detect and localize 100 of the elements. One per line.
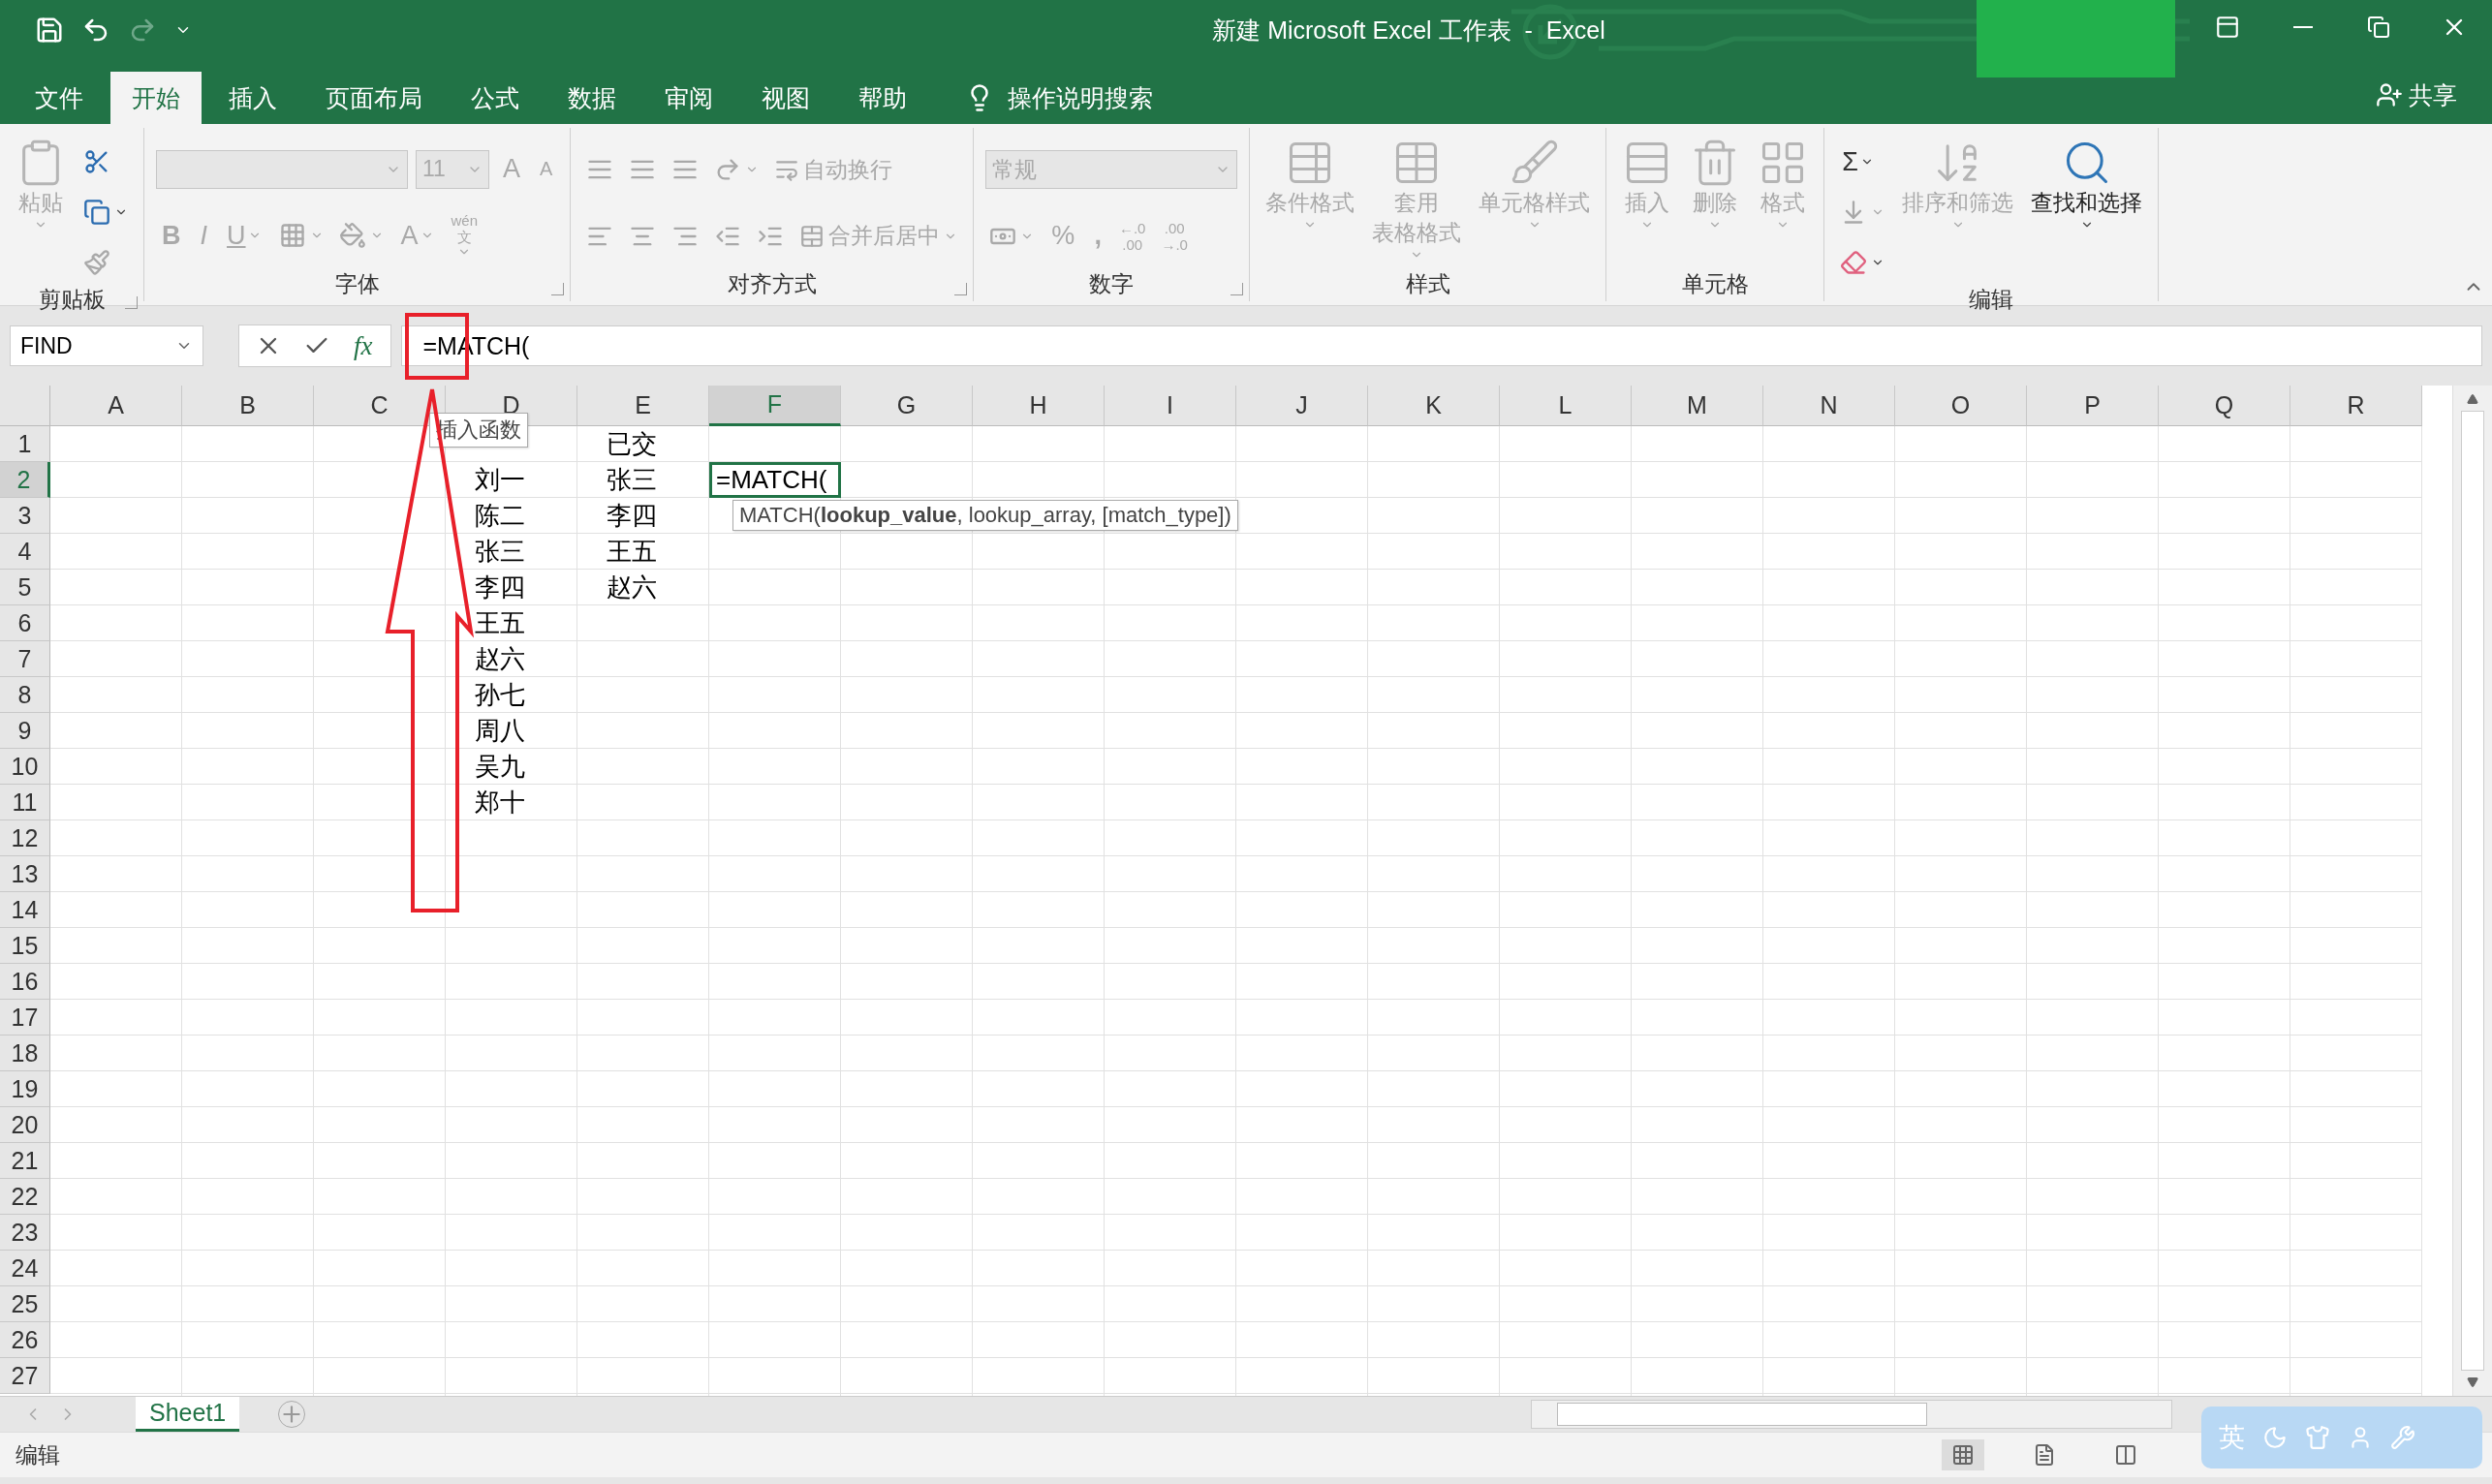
insert-function-button[interactable]: fx xyxy=(350,330,377,361)
name-box[interactable]: FIND xyxy=(10,325,203,366)
save-icon[interactable] xyxy=(35,15,64,45)
ribbon-tab[interactable]: 公式 xyxy=(450,72,541,124)
grid-icon xyxy=(1951,1443,1975,1467)
row-header[interactable]: 19 xyxy=(0,1071,50,1107)
table-cell-text: 周八 xyxy=(474,715,526,747)
row-header[interactable]: 23 xyxy=(0,1215,50,1251)
column-header[interactable]: O xyxy=(1895,386,2027,426)
group-label: 编辑 xyxy=(1968,286,2015,314)
minimize-icon xyxy=(2293,26,2313,28)
row-header[interactable]: 4 xyxy=(0,534,50,570)
column-header[interactable]: J xyxy=(1236,386,1368,426)
row-header[interactable]: 10 xyxy=(0,749,50,785)
ribbon-tab[interactable]: 开始 xyxy=(110,72,202,124)
page-icon xyxy=(2033,1443,2056,1467)
row-header[interactable]: 12 xyxy=(0,820,50,856)
row-header[interactable]: 27 xyxy=(0,1358,50,1394)
launcher-icon[interactable] xyxy=(954,283,968,295)
row-header[interactable]: 21 xyxy=(0,1143,50,1179)
row-header[interactable]: 26 xyxy=(0,1322,50,1358)
table-cell-text: 孙七 xyxy=(474,679,526,711)
row-header[interactable]: 6 xyxy=(0,605,50,641)
table-cell-text: 陈二 xyxy=(474,500,526,532)
column-header[interactable]: A xyxy=(50,386,182,426)
table-cell-text: 已交 xyxy=(606,428,658,460)
column-header[interactable]: B xyxy=(182,386,314,426)
row-header[interactable]: 25 xyxy=(0,1286,50,1322)
column-header[interactable]: I xyxy=(1105,386,1236,426)
status-mode: 编辑 xyxy=(16,1440,60,1469)
merge-cells-icon xyxy=(799,223,825,249)
row-header[interactable]: 20 xyxy=(0,1107,50,1143)
column-header[interactable]: K xyxy=(1368,386,1500,426)
vertical-scrollbar[interactable] xyxy=(2452,386,2492,1396)
column-header[interactable]: L xyxy=(1500,386,1632,426)
column-header[interactable]: H xyxy=(973,386,1105,426)
row-header[interactable]: 14 xyxy=(0,892,50,928)
group-label: 对齐方式 xyxy=(582,266,962,301)
tell-me-search[interactable]: 操作说明搜索 xyxy=(950,72,1168,124)
ribbon-tab[interactable]: 页面布局 xyxy=(304,72,444,124)
row-header[interactable]: 9 xyxy=(0,713,50,749)
table-cell-text: 张三 xyxy=(474,536,526,568)
row-header[interactable]: 18 xyxy=(0,1036,50,1071)
group-label: 字体 xyxy=(156,266,559,301)
launcher-icon[interactable] xyxy=(1230,283,1244,295)
row-header[interactable]: 17 xyxy=(0,1000,50,1036)
row-header[interactable]: 7 xyxy=(0,641,50,677)
ribbon-tab[interactable]: 帮助 xyxy=(837,72,928,124)
column-header[interactable]: E xyxy=(577,386,709,426)
ribbon-button[interactable]: 查找和选择 xyxy=(2027,134,2147,285)
column-header[interactable]: F xyxy=(709,386,841,426)
sheet-tab[interactable]: Sheet1 xyxy=(136,1397,240,1432)
scroll-down-icon[interactable] xyxy=(2467,1376,2478,1388)
select-all-corner[interactable] xyxy=(0,386,50,426)
ribbon-tab[interactable]: 视图 xyxy=(740,72,831,124)
row-header[interactable]: 2 xyxy=(0,462,50,498)
horizontal-scrollbar[interactable] xyxy=(1531,1400,2172,1429)
copy-icon xyxy=(83,199,110,226)
row-header[interactable]: 15 xyxy=(0,928,50,964)
table-cell-text: 王五 xyxy=(606,536,658,568)
row-header[interactable]: 22 xyxy=(0,1179,50,1215)
paint-bucket-icon xyxy=(338,222,366,250)
column-header[interactable]: R xyxy=(2290,386,2422,426)
row-header[interactable]: 1 xyxy=(0,426,50,462)
column-header[interactable]: Q xyxy=(2159,386,2290,426)
scroll-up-icon[interactable] xyxy=(2467,393,2478,405)
ribbon-tab[interactable]: 文件 xyxy=(14,72,105,124)
column-header[interactable]: N xyxy=(1763,386,1895,426)
row-header[interactable]: 5 xyxy=(0,570,50,605)
column-header[interactable]: M xyxy=(1632,386,1763,426)
ribbon-tab[interactable]: 审阅 xyxy=(643,72,734,124)
group-label: 数字 xyxy=(985,266,1238,301)
row-header[interactable]: 3 xyxy=(0,498,50,534)
share-button[interactable]: 共享 xyxy=(2370,74,2463,116)
active-cell[interactable]: =MATCH( xyxy=(709,462,841,498)
column-header[interactable]: P xyxy=(2027,386,2159,426)
row-header[interactable]: 24 xyxy=(0,1251,50,1286)
restore-icon xyxy=(2367,15,2390,39)
table-cell-text: 赵六 xyxy=(474,643,526,675)
column-header[interactable]: G xyxy=(841,386,973,426)
table-cell-text: 李四 xyxy=(474,572,526,603)
eraser-icon xyxy=(1840,249,1868,276)
ribbon-button[interactable]: Σ xyxy=(1836,144,1881,179)
row-header[interactable]: 11 xyxy=(0,785,50,820)
columns-icon xyxy=(2114,1443,2137,1467)
normal-view-button[interactable] xyxy=(1942,1439,1984,1470)
wrench-icon[interactable] xyxy=(2390,1425,2415,1450)
table-cell-text: 李四 xyxy=(606,500,658,532)
moon-icon[interactable] xyxy=(2262,1425,2288,1450)
search-placeholder: 操作说明搜索 xyxy=(1008,82,1153,113)
ribbon-tab[interactable]: 插入 xyxy=(207,72,298,124)
table-cell-text: 吴九 xyxy=(474,751,526,783)
ribbon-tab[interactable]: 数据 xyxy=(546,72,638,124)
table-cell-text: 王五 xyxy=(474,607,526,639)
function-hint-tooltip: MATCH(lookup_value, lookup_array, [match_type]) xyxy=(732,500,1238,531)
row-header[interactable]: 13 xyxy=(0,856,50,892)
shirt-icon[interactable] xyxy=(2305,1425,2330,1450)
row-header[interactable]: 8 xyxy=(0,677,50,713)
launcher-icon[interactable] xyxy=(551,283,565,295)
row-header[interactable]: 16 xyxy=(0,964,50,1000)
